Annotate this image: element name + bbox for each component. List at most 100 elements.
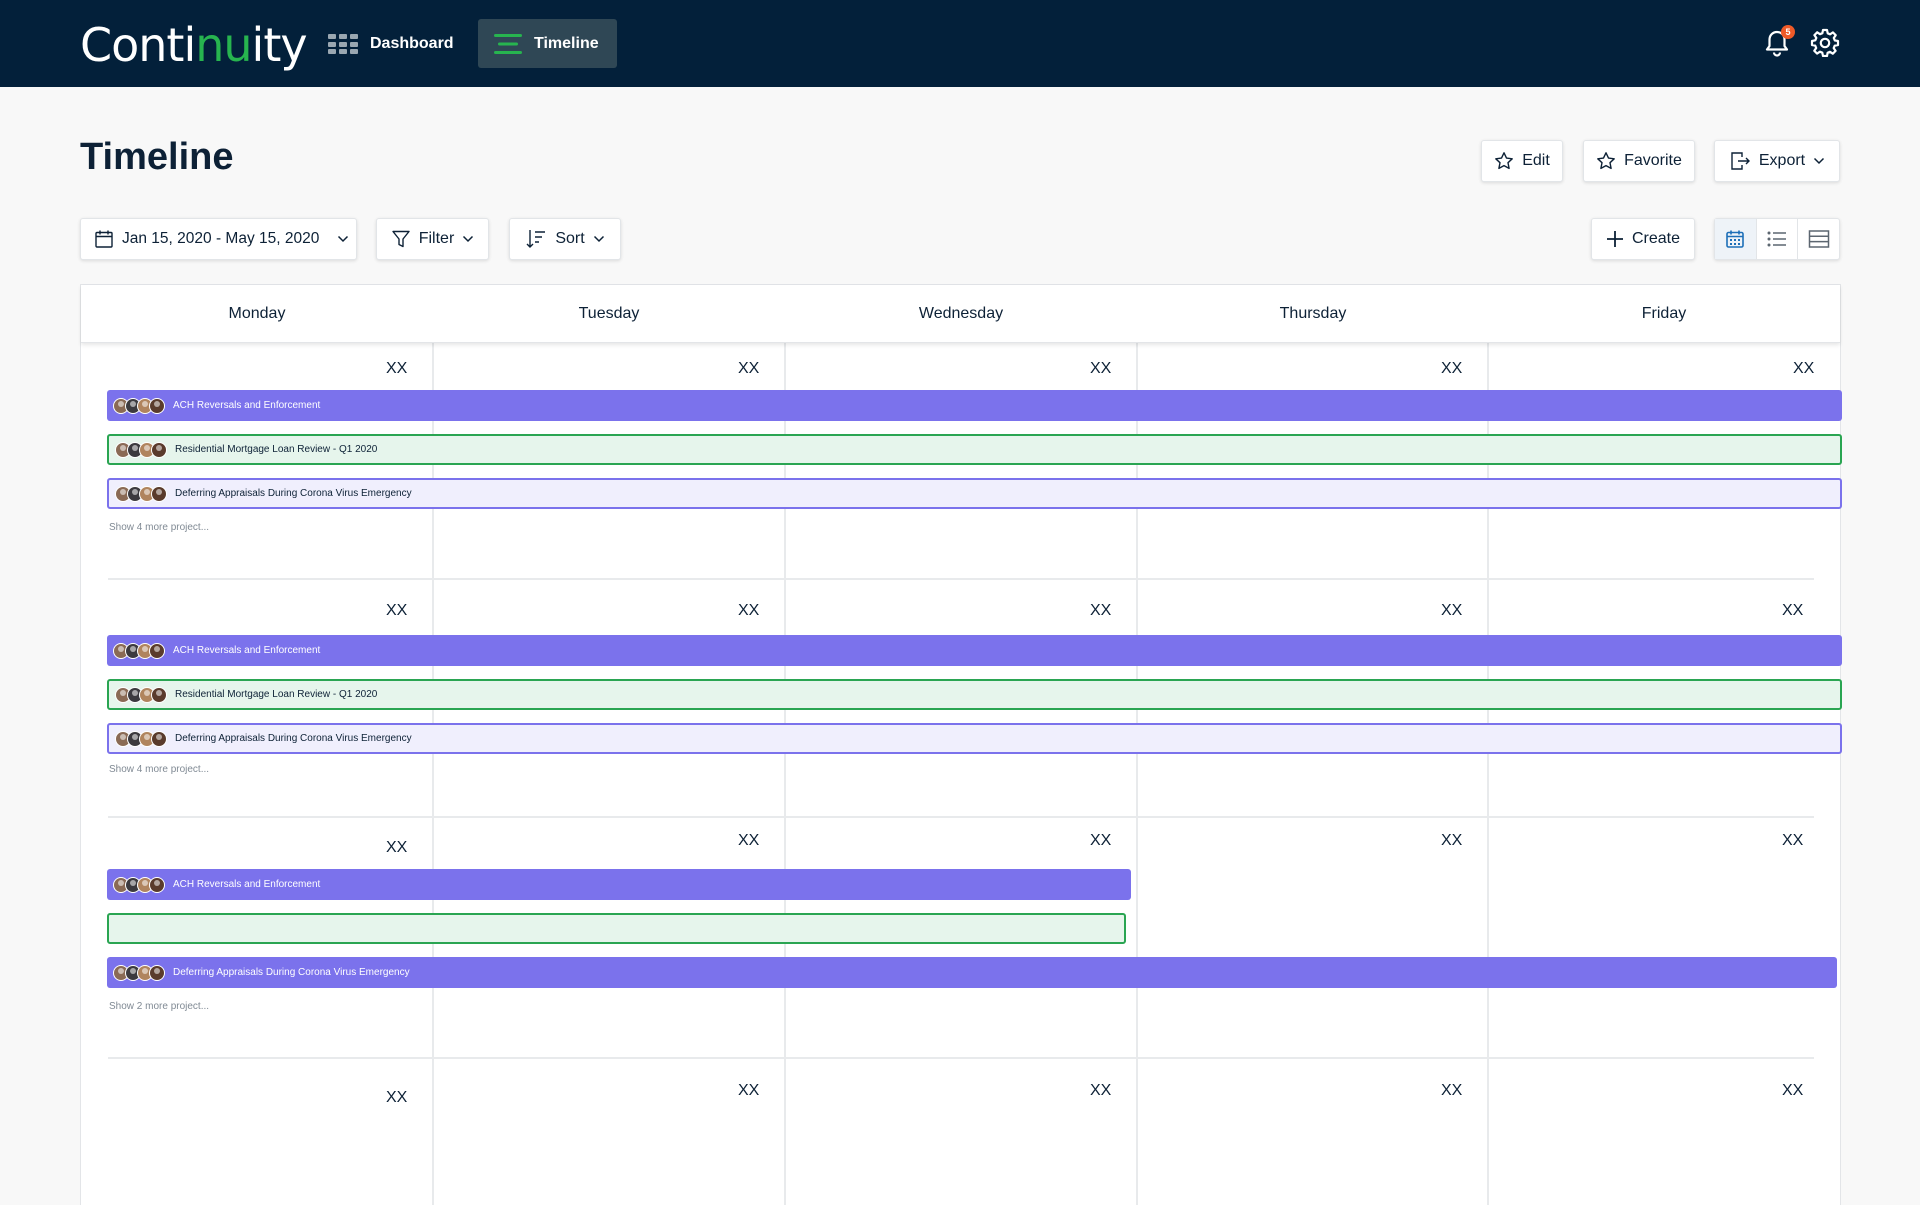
date-number: XX (1793, 360, 1815, 377)
date-number: XX (1090, 360, 1112, 377)
project-bar[interactable]: Deferring Appraisals During Corona Virus… (107, 957, 1837, 988)
assignee-avatars (115, 730, 167, 747)
assignee-avatars (113, 642, 165, 659)
nav-dashboard[interactable]: Dashboard (318, 19, 468, 68)
date-number: XX (1090, 602, 1112, 619)
avatar (151, 686, 167, 703)
day-header-friday: Friday (1641, 305, 1687, 322)
calendar-view-button[interactable] (1715, 219, 1757, 259)
date-number: XX (738, 1082, 760, 1099)
column-divider (1487, 343, 1489, 1205)
column-divider (432, 343, 434, 1205)
date-number: XX (386, 360, 408, 377)
list-view-button[interactable] (1757, 219, 1799, 259)
assignee-avatars (115, 485, 167, 502)
date-number: XX (1441, 832, 1463, 849)
project-bar[interactable]: ACH Reversals and Enforcement (107, 869, 1131, 900)
sort-label: Sort (555, 230, 585, 247)
date-number: XX (1782, 602, 1804, 619)
column-divider (784, 343, 786, 1205)
show-more-projects-link[interactable]: Show 4 more project... (109, 764, 209, 775)
assignee-avatars (113, 964, 165, 981)
calendar-icon (95, 230, 113, 248)
avatar (149, 397, 165, 414)
chevron-down-icon (593, 235, 604, 243)
export-button[interactable]: Export (1714, 140, 1840, 182)
date-number: XX (386, 602, 408, 619)
date-number: XX (738, 602, 760, 619)
project-title: Residential Mortgage Loan Review - Q1 20… (175, 444, 378, 455)
project-title: Residential Mortgage Loan Review - Q1 20… (175, 689, 378, 700)
star-outline-icon (1495, 152, 1514, 170)
filter-funnel-icon (392, 230, 410, 248)
project-bar-empty[interactable] (107, 913, 1126, 944)
project-title: Deferring Appraisals During Corona Virus… (175, 488, 412, 499)
date-number: XX (386, 1089, 408, 1106)
assignee-avatars (115, 686, 167, 703)
create-button[interactable]: Create (1591, 218, 1695, 260)
date-range-label: Jan 15, 2020 - May 15, 2020 (122, 230, 320, 247)
chevron-down-icon (463, 235, 474, 243)
avatar (151, 485, 167, 502)
project-bar[interactable]: Deferring Appraisals During Corona Virus… (107, 478, 1842, 509)
logo-text-accent: nu (195, 18, 252, 72)
project-title: Deferring Appraisals During Corona Virus… (175, 733, 412, 744)
day-header-monday: Monday (228, 305, 286, 322)
show-more-projects-link[interactable]: Show 4 more project... (109, 522, 209, 533)
edit-button[interactable]: Edit (1481, 140, 1563, 182)
favorite-label: Favorite (1624, 152, 1682, 169)
nav-dashboard-label: Dashboard (370, 34, 454, 52)
table-view-button[interactable] (1798, 219, 1839, 259)
date-number: XX (1441, 360, 1463, 377)
sort-icon (526, 230, 546, 248)
filter-button[interactable]: Filter (376, 218, 489, 260)
avatar (149, 642, 165, 659)
date-number: XX (1441, 1082, 1463, 1099)
project-bar[interactable]: Residential Mortgage Loan Review - Q1 20… (107, 434, 1842, 465)
avatar (149, 964, 165, 981)
avatar (151, 441, 167, 458)
plus-icon (1606, 231, 1623, 247)
nav-timeline[interactable]: Timeline (478, 19, 617, 68)
edit-label: Edit (1522, 152, 1550, 169)
day-header-tuesday: Tuesday (578, 305, 640, 322)
gear-icon[interactable] (1810, 27, 1840, 57)
favorite-button[interactable]: Favorite (1583, 140, 1695, 182)
project-bar[interactable]: Residential Mortgage Loan Review - Q1 20… (107, 679, 1842, 710)
day-header-wednesday: Wednesday (918, 305, 1004, 322)
date-number: XX (1441, 602, 1463, 619)
date-number: XX (1782, 1082, 1804, 1099)
show-more-projects-link[interactable]: Show 2 more project... (109, 1001, 209, 1012)
sort-button[interactable]: Sort (509, 218, 621, 260)
date-number: XX (738, 832, 760, 849)
avatar (151, 730, 167, 747)
table-rows-icon (1808, 230, 1829, 248)
assignee-avatars (113, 397, 165, 414)
notification-badge: 5 (1781, 25, 1795, 39)
project-bar[interactable]: ACH Reversals and Enforcement (107, 635, 1842, 666)
date-range-picker[interactable]: Jan 15, 2020 - May 15, 2020 (80, 218, 357, 260)
grid-icon (328, 33, 358, 54)
nav-timeline-label: Timeline (534, 34, 599, 52)
project-title: ACH Reversals and Enforcement (173, 879, 321, 890)
column-divider (1136, 343, 1138, 1205)
avatar (149, 876, 165, 893)
timeline-calendar: Monday Tuesday Wednesday Thursday Friday… (80, 284, 1842, 1205)
continuity-logo[interactable]: Conti nu ity (80, 18, 308, 72)
project-bar[interactable]: Deferring Appraisals During Corona Virus… (107, 723, 1842, 754)
star-outline-icon (1597, 152, 1615, 170)
calendar-day-header: Monday Tuesday Wednesday Thursday Friday (81, 285, 1840, 343)
project-bar[interactable]: ACH Reversals and Enforcement (107, 390, 1842, 421)
view-toggle-group (1714, 218, 1840, 260)
date-number: XX (738, 360, 760, 377)
export-label: Export (1758, 152, 1806, 169)
logo-text-suffix: ity (251, 18, 308, 72)
chevron-down-icon (1814, 157, 1825, 165)
date-number: XX (1090, 832, 1112, 849)
assignee-avatars (113, 876, 165, 893)
top-navigation-bar: Conti nu ity Dashboard Timeline 5 (0, 0, 1920, 87)
project-title: ACH Reversals and Enforcement (173, 400, 321, 411)
logo-text-prefix: Conti (80, 18, 196, 72)
project-title: Deferring Appraisals During Corona Virus… (173, 967, 410, 978)
export-icon (1731, 152, 1750, 170)
